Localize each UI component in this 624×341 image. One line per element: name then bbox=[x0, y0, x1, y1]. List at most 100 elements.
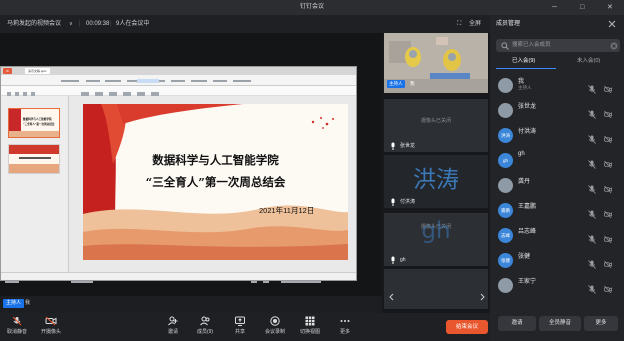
video-tile-self[interactable]: 主持人 我 bbox=[384, 33, 488, 93]
tab-joined[interactable]: 已入会(9) bbox=[512, 56, 535, 66]
video-tile-zhangshilong[interactable]: 摄像头已关闭 张世龙 bbox=[384, 99, 488, 152]
member-name: 张健 bbox=[518, 254, 531, 260]
mic-muted-icon[interactable] bbox=[588, 281, 596, 294]
camera-off-icon bbox=[45, 316, 57, 326]
share-label: 共享 bbox=[234, 329, 245, 335]
member-search-input[interactable]: 搜索已入会成员 bbox=[496, 39, 620, 52]
fullscreen-label[interactable]: 全屏 bbox=[469, 15, 481, 33]
mute-all-button[interactable]: 全员静音 bbox=[539, 316, 581, 331]
camera-button[interactable]: 开摄像头 bbox=[38, 316, 64, 335]
camera-off-icon[interactable] bbox=[604, 231, 612, 244]
tile-self-name: 我 bbox=[410, 81, 415, 86]
switch-layout-button[interactable]: 切换视图 bbox=[297, 316, 323, 335]
member-row[interactable]: 嘉鹏 王嘉鹏 bbox=[496, 199, 620, 222]
slide-thumbnail-1[interactable]: 数据科学与人工智能学院 “三全育人”第一次周总结会 bbox=[8, 108, 60, 138]
mic-muted-icon[interactable] bbox=[588, 131, 596, 144]
tab-underline bbox=[496, 68, 556, 69]
camera-off-icon[interactable] bbox=[604, 131, 612, 144]
member-row[interactable]: 我主持人 bbox=[496, 74, 620, 97]
slide-thumbnail-panel: 数据科学与人工智能学院 “三全育人”第一次周总结会 bbox=[1, 96, 69, 272]
camera-off-icon[interactable] bbox=[604, 156, 612, 169]
mic-muted-icon[interactable] bbox=[588, 231, 596, 244]
minimize-icon[interactable]: ─ bbox=[552, 0, 557, 15]
video-tile-gh[interactable]: 摄像头已关闭 gh gh bbox=[384, 213, 488, 266]
slide-title-line1: 数据科学与人工智能学院 bbox=[152, 153, 279, 167]
search-icon bbox=[501, 42, 509, 50]
tile-name: 付洪涛 bbox=[400, 199, 416, 205]
mic-icon bbox=[391, 256, 395, 264]
tile-avatar-text: 洪涛 bbox=[413, 167, 459, 193]
ppt-home-tab: W bbox=[3, 68, 12, 74]
tile-avatar-text: gh bbox=[421, 218, 451, 244]
maximize-icon[interactable]: □ bbox=[580, 0, 584, 15]
member-row[interactable]: 王家宁 bbox=[496, 274, 620, 297]
members-icon bbox=[200, 316, 210, 326]
more-label: 更多 bbox=[339, 329, 350, 335]
tab-not-joined[interactable]: 未入会(0) bbox=[577, 56, 600, 66]
member-name: 张世龙 bbox=[518, 104, 537, 110]
more-button[interactable]: 更多 bbox=[332, 316, 358, 335]
close-icon[interactable]: ✕ bbox=[607, 0, 613, 15]
camera-label: 开摄像头 bbox=[40, 329, 61, 335]
share-button[interactable]: 共享 bbox=[227, 316, 253, 335]
camera-off-icon[interactable] bbox=[604, 206, 612, 219]
mic-muted-icon bbox=[12, 316, 22, 326]
record-label: 会议录制 bbox=[264, 329, 285, 335]
scroll-right-icon[interactable] bbox=[478, 293, 486, 301]
member-row[interactable]: 志峰 吕志峰 bbox=[496, 224, 620, 247]
mic-muted-icon[interactable] bbox=[588, 156, 596, 169]
video-thumbnail-panel: 主持人 我 摄像头已关闭 张世龙 洪涛 付洪涛 摄像头已关闭 gh gh bbox=[382, 33, 490, 313]
unmute-label: 取消静音 bbox=[6, 329, 27, 335]
member-row[interactable]: 张世龙 bbox=[496, 99, 620, 122]
chevron-down-icon[interactable]: ∨ bbox=[69, 15, 73, 33]
mic-muted-icon[interactable] bbox=[588, 206, 596, 219]
camera-off-icon[interactable] bbox=[604, 281, 612, 294]
ppt-window: W 演示文稿.pptx 数据科学与人工智能学院 “三全育人”第一次周总结会 数据… bbox=[0, 66, 357, 283]
video-tile-fuhongtao[interactable]: 洪涛 付洪涛 bbox=[384, 155, 488, 208]
camera-off-icon[interactable] bbox=[604, 256, 612, 269]
tile-host-badge: 主持人 bbox=[387, 80, 405, 88]
camera-off-icon[interactable] bbox=[604, 81, 612, 94]
unmute-button[interactable]: 取消静音 bbox=[4, 316, 30, 335]
member-avatar: 张健 bbox=[498, 253, 513, 268]
end-meeting-button[interactable]: 结束会议 bbox=[446, 320, 488, 334]
member-role: 主持人 bbox=[518, 85, 532, 90]
member-avatar: 嘉鹏 bbox=[498, 203, 513, 218]
ppt-toolbar bbox=[1, 86, 356, 96]
camera-off-icon[interactable] bbox=[604, 106, 612, 119]
member-row[interactable]: gh gh bbox=[496, 149, 620, 172]
member-name: gh bbox=[518, 151, 525, 157]
title-bar: 钉钉会议 ─ □ ✕ bbox=[0, 0, 624, 15]
member-name: 付洪涛 bbox=[518, 129, 537, 135]
record-button[interactable]: 会议录制 bbox=[262, 316, 288, 335]
member-avatar bbox=[498, 178, 513, 193]
mic-muted-icon[interactable] bbox=[588, 256, 596, 269]
slide-thumbnail-2[interactable] bbox=[8, 144, 60, 174]
meeting-name[interactable]: 马莉发起的视频会议 bbox=[7, 15, 61, 33]
camera-off-icon[interactable] bbox=[604, 181, 612, 194]
fullscreen-icon[interactable]: ⛶ bbox=[457, 15, 461, 33]
invite-button[interactable]: 邀请 bbox=[160, 316, 186, 335]
mic-muted-icon[interactable] bbox=[588, 106, 596, 119]
mic-muted-icon[interactable] bbox=[588, 181, 596, 194]
slide-title-line2: “三全育人”第一次周总结会 bbox=[145, 175, 286, 189]
invite-member-button[interactable]: 邀请 bbox=[498, 316, 536, 331]
video-tile-next[interactable] bbox=[384, 269, 488, 309]
members-button[interactable]: 成员(9) bbox=[192, 316, 218, 335]
ppt-status-icons bbox=[5, 281, 321, 283]
grid-view-icon bbox=[305, 316, 315, 326]
member-row[interactable]: 龚丹 bbox=[496, 174, 620, 197]
member-name: 龚丹 bbox=[518, 179, 531, 185]
ppt-tabbar: W 演示文稿.pptx bbox=[1, 67, 356, 75]
members-label: 成员(9) bbox=[196, 329, 214, 335]
member-row[interactable]: 洪涛 付洪涛 bbox=[496, 124, 620, 147]
member-avatar bbox=[498, 103, 513, 118]
mic-icon bbox=[391, 198, 395, 206]
member-row[interactable]: 张健 张健 bbox=[496, 249, 620, 272]
scroll-left-icon[interactable] bbox=[388, 293, 396, 301]
search-clear-icon[interactable] bbox=[610, 42, 618, 50]
thumb1-title-line1: 数据科学与人工智能学院 bbox=[23, 118, 52, 121]
mic-muted-icon[interactable] bbox=[588, 81, 596, 94]
more-members-button[interactable]: 更多 bbox=[584, 316, 618, 331]
close-sidebar-icon[interactable] bbox=[608, 20, 616, 28]
